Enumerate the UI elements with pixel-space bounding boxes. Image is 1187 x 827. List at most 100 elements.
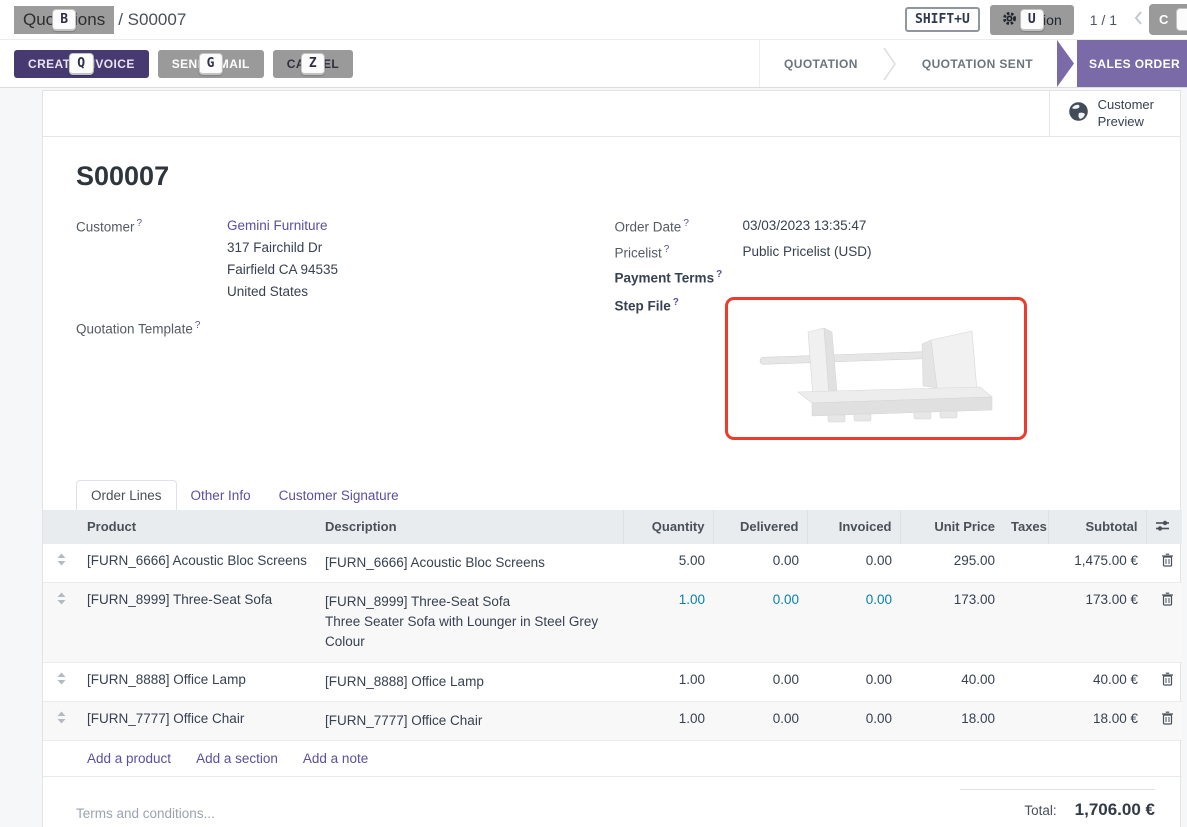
delete-row-button[interactable]: [1146, 544, 1182, 583]
optional-columns-button[interactable]: [1146, 510, 1182, 544]
terms-and-conditions-input[interactable]: Terms and conditions...: [43, 796, 643, 821]
customer-field-label: Customer?: [76, 218, 227, 306]
table-footer-links-row: Add a product Add a section Add a note: [43, 741, 1182, 777]
cell-taxes[interactable]: [1003, 662, 1048, 701]
cell-unit-price[interactable]: 40.00: [900, 662, 1003, 701]
customer-link[interactable]: Gemini Furniture: [227, 218, 338, 233]
create-button-label: C: [1159, 12, 1168, 27]
add-a-product-link[interactable]: Add a product: [87, 751, 171, 766]
customer-preview-button[interactable]: Customer Preview: [1049, 91, 1180, 136]
help-icon: ?: [673, 297, 679, 308]
cell-product[interactable]: [FURN_7777] Office Chair: [79, 701, 317, 740]
cell-taxes[interactable]: [1003, 582, 1048, 662]
order-date-value[interactable]: 03/03/2023 13:35:47: [743, 218, 867, 235]
cell-unit-price[interactable]: 18.00: [900, 701, 1003, 740]
status-step-quotation-sent[interactable]: QUOTATION SENT: [898, 40, 1057, 87]
gear-icon: [1002, 11, 1017, 29]
cell-quantity[interactable]: 5.00: [623, 544, 713, 583]
cell-description[interactable]: [FURN_6666] Acoustic Bloc Screens: [317, 544, 623, 583]
cell-invoiced[interactable]: 0.00: [807, 544, 900, 583]
hint-badge-create-invoice: Q: [69, 53, 93, 75]
control-panel: CREATE INVOICE Q SEND EMAIL G CANCEL Z Q…: [0, 40, 1187, 88]
cancel-button[interactable]: CANCEL Z: [273, 50, 353, 78]
breadcrumb-current: / S00007: [118, 10, 186, 30]
create-button-clipped[interactable]: C: [1149, 4, 1187, 35]
cell-description[interactable]: [FURN_8999] Three-Seat Sofa Three Seater…: [317, 582, 623, 662]
table-row[interactable]: [FURN_8999] Three-Seat Sofa [FURN_8999] …: [43, 582, 1182, 662]
row-drag-handle[interactable]: [43, 701, 79, 740]
column-header-delivered[interactable]: Delivered: [713, 510, 807, 544]
cell-product[interactable]: [FURN_8999] Three-Seat Sofa: [79, 582, 317, 662]
quotation-template-field-label: Quotation Template?: [76, 320, 227, 337]
cell-invoiced[interactable]: 0.00: [807, 701, 900, 740]
column-header-invoiced[interactable]: Invoiced: [807, 510, 900, 544]
status-step-sales-order[interactable]: SALES ORDER: [1057, 40, 1187, 87]
help-icon: ?: [683, 218, 689, 229]
cell-delivered[interactable]: 0.00: [713, 662, 807, 701]
row-drag-handle[interactable]: [43, 582, 79, 662]
cell-invoiced[interactable]: 0.00: [807, 582, 900, 662]
row-drag-handle[interactable]: [43, 662, 79, 701]
breadcrumb-quotations[interactable]: Quotations B: [14, 6, 114, 34]
pager-previous-button[interactable]: [1127, 10, 1150, 29]
step-file-preview[interactable]: [725, 297, 1027, 440]
hint-badge-breadcrumb: B: [52, 9, 76, 31]
column-header-subtotal[interactable]: Subtotal: [1048, 510, 1146, 544]
cell-delivered[interactable]: 0.00: [713, 582, 807, 662]
cell-description[interactable]: [FURN_8888] Office Lamp: [317, 662, 623, 701]
customer-preview-label: Customer Preview: [1098, 97, 1154, 130]
sheet-button-box: Customer Preview: [43, 91, 1180, 137]
hint-badge-create: [1176, 8, 1187, 31]
column-header-description[interactable]: Description: [317, 510, 623, 544]
add-a-section-link[interactable]: Add a section: [196, 751, 278, 766]
tab-customer-signature[interactable]: Customer Signature: [265, 481, 413, 510]
column-header-product[interactable]: Product: [79, 510, 317, 544]
cell-description[interactable]: [FURN_7777] Office Chair: [317, 701, 623, 740]
step-file-3d-render: [728, 300, 1024, 437]
total-label: Total:: [1024, 803, 1056, 818]
status-separator-icon: [882, 40, 898, 88]
column-header-taxes[interactable]: Taxes: [1003, 510, 1048, 544]
action-menu-button[interactable]: Action U: [990, 5, 1074, 35]
step-file-field-label: Step File?: [615, 297, 743, 440]
cell-product[interactable]: [FURN_8888] Office Lamp: [79, 662, 317, 701]
help-icon: ?: [716, 269, 722, 280]
status-step-quotation[interactable]: QUOTATION: [760, 40, 882, 87]
cell-subtotal: 18.00 €: [1048, 701, 1146, 740]
order-lines-body: [FURN_6666] Acoustic Bloc Screens [FURN_…: [43, 544, 1182, 741]
cell-delivered[interactable]: 0.00: [713, 544, 807, 583]
pricelist-value[interactable]: Public Pricelist (USD): [743, 244, 872, 261]
delete-row-button[interactable]: [1146, 662, 1182, 701]
send-email-button[interactable]: SEND EMAIL G: [158, 50, 264, 78]
create-invoice-button[interactable]: CREATE INVOICE Q: [14, 50, 149, 78]
table-row[interactable]: [FURN_6666] Acoustic Bloc Screens [FURN_…: [43, 544, 1182, 583]
help-icon: ?: [664, 244, 670, 255]
cell-quantity[interactable]: 1.00: [623, 701, 713, 740]
tab-order-lines[interactable]: Order Lines: [76, 480, 177, 510]
cell-taxes[interactable]: [1003, 701, 1048, 740]
cell-invoiced[interactable]: 0.00: [807, 662, 900, 701]
cell-product[interactable]: [FURN_6666] Acoustic Bloc Screens: [79, 544, 317, 583]
add-a-note-link[interactable]: Add a note: [303, 751, 368, 766]
cell-taxes[interactable]: [1003, 544, 1048, 583]
drag-handle-column-header: [43, 510, 79, 544]
page-title: S00007: [76, 161, 1155, 192]
totals-block: Total: 1,706.00 €: [960, 789, 1155, 820]
row-drag-handle[interactable]: [43, 544, 79, 583]
cell-quantity[interactable]: 1.00: [623, 662, 713, 701]
cell-unit-price[interactable]: 295.00: [900, 544, 1003, 583]
delete-row-button[interactable]: [1146, 701, 1182, 740]
tab-other-info[interactable]: Other Info: [177, 481, 265, 510]
column-header-quantity[interactable]: Quantity: [623, 510, 713, 544]
cell-subtotal: 40.00 €: [1048, 662, 1146, 701]
table-header-row: Product Description Quantity Delivered I…: [43, 510, 1182, 544]
delete-row-button[interactable]: [1146, 582, 1182, 662]
status-arrow-icon: [1057, 40, 1074, 87]
column-header-unit-price[interactable]: Unit Price: [900, 510, 1003, 544]
cell-unit-price[interactable]: 173.00: [900, 582, 1003, 662]
trash-icon: [1161, 711, 1174, 725]
cell-delivered[interactable]: 0.00: [713, 701, 807, 740]
cell-quantity[interactable]: 1.00: [623, 582, 713, 662]
table-row[interactable]: [FURN_7777] Office Chair [FURN_7777] Off…: [43, 701, 1182, 740]
table-row[interactable]: [FURN_8888] Office Lamp [FURN_8888] Offi…: [43, 662, 1182, 701]
